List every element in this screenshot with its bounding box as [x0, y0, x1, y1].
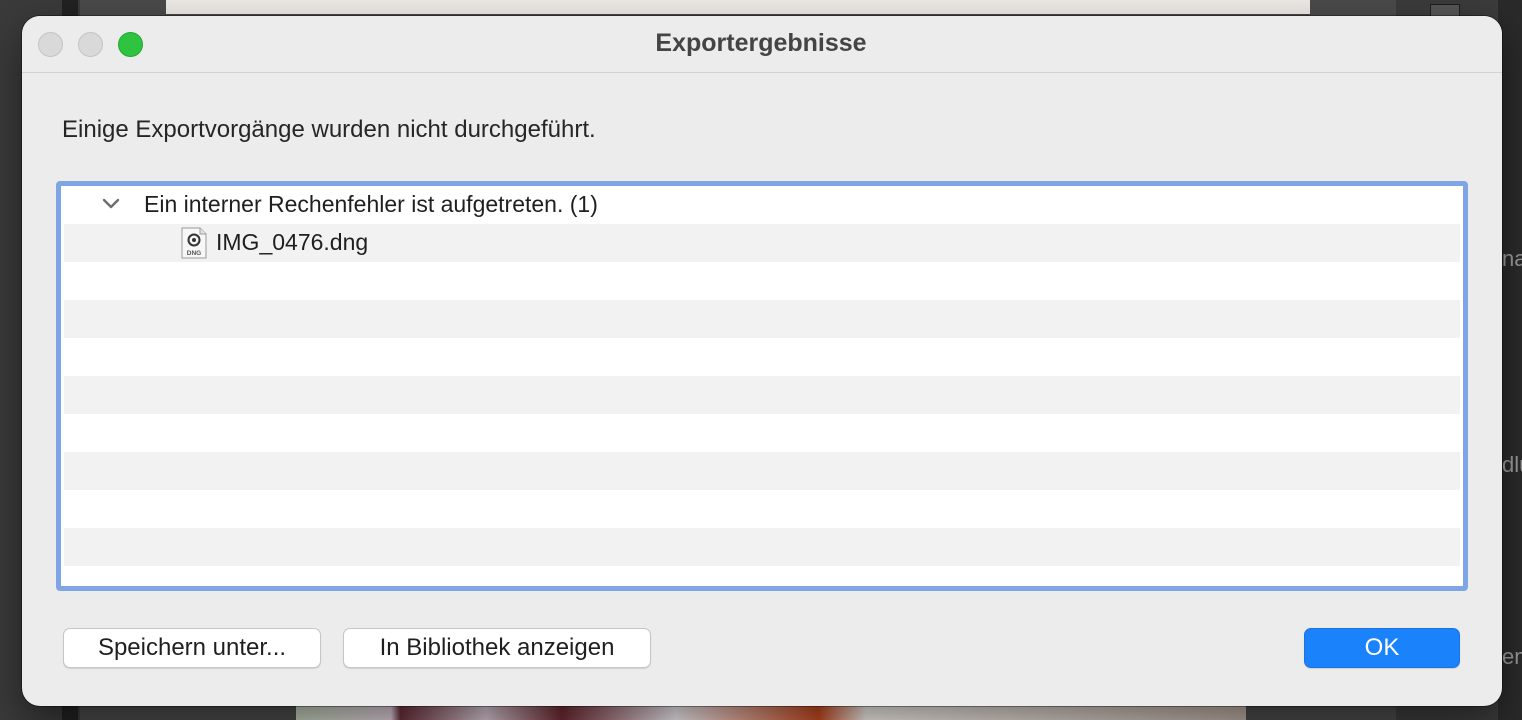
background-photo-top [166, 0, 1310, 14]
ok-button[interactable]: OK [1304, 628, 1460, 668]
background-panel-text: dlu [1502, 452, 1522, 477]
background-panel-text: em [1502, 644, 1522, 669]
save-as-button[interactable]: Speichern unter... [63, 628, 321, 668]
status-message: Einige Exportvorgänge wurden nicht durch… [62, 116, 596, 143]
list-row [64, 452, 1460, 490]
list-row [64, 376, 1460, 414]
list-row [64, 566, 1460, 586]
list-row [64, 528, 1460, 566]
dng-badge: DNG [187, 250, 201, 257]
list-row [64, 490, 1460, 528]
list-row [64, 300, 1460, 338]
results-list[interactable]: Ein interner Rechenfehler ist aufgetrete… [56, 181, 1468, 591]
dialog-title: Exportergebnisse [655, 29, 867, 57]
file-row[interactable]: DNG IMG_0476.dng [64, 224, 1460, 262]
title-bar: Exportergebnisse [22, 16, 1502, 73]
list-row [64, 262, 1460, 300]
background-panel-text: na [1502, 246, 1522, 271]
list-row [64, 338, 1460, 376]
list-row [64, 414, 1460, 452]
show-in-library-button[interactable]: In Bibliothek anzeigen [343, 628, 651, 668]
export-results-dialog: Exportergebnisse Einige Exportvorgänge w… [22, 16, 1502, 706]
error-group-row[interactable]: Ein interner Rechenfehler ist aufgetrete… [64, 186, 1460, 224]
file-name: IMG_0476.dng [216, 229, 369, 255]
dng-file-icon: DNG [181, 227, 207, 259]
error-group-label: Ein interner Rechenfehler ist aufgetrete… [144, 191, 598, 217]
chevron-down-icon[interactable] [100, 192, 122, 214]
